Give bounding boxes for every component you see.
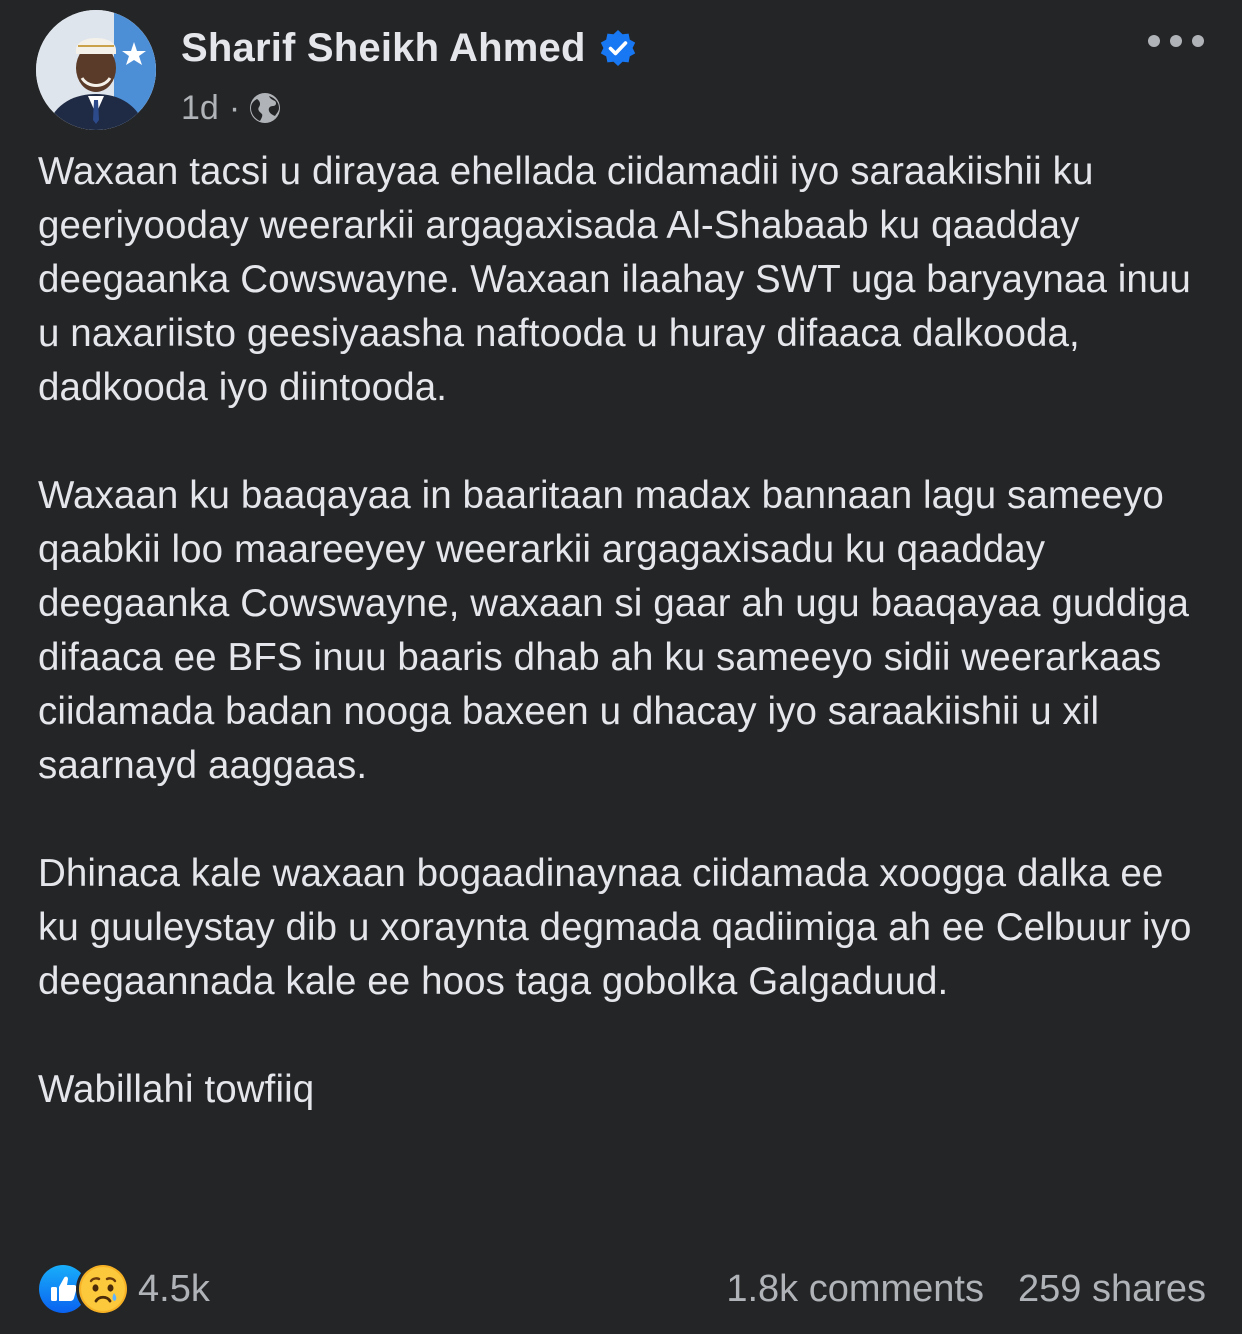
post-footer: 4.5k 1.8k comments 259 shares <box>36 1262 1206 1316</box>
post-paragraph: Dhinaca kale waxaan bogaadinaynaa ciidam… <box>38 852 1192 1003</box>
more-dot <box>1170 35 1182 47</box>
more-dot <box>1192 35 1204 47</box>
verified-badge-icon <box>598 28 638 68</box>
meta-separator: · <box>228 88 241 127</box>
comments-count-link[interactable]: 1.8k comments <box>726 1268 984 1311</box>
reaction-count: 4.5k <box>138 1267 210 1310</box>
post-paragraph: Waxaan tacsi u dirayaa ehellada ciidamad… <box>38 150 1191 409</box>
post-body: Waxaan tacsi u dirayaa ehellada ciidamad… <box>38 145 1208 1117</box>
avatar-photo <box>36 10 156 130</box>
globe-icon[interactable] <box>248 91 282 125</box>
author-name[interactable]: Sharif Sheikh Ahmed <box>181 26 586 71</box>
post-timestamp[interactable]: 1d <box>181 89 219 128</box>
reactions-summary[interactable]: 4.5k <box>36 1262 210 1316</box>
shares-count-link[interactable]: 259 shares <box>1018 1268 1206 1311</box>
author-avatar[interactable] <box>36 10 156 130</box>
post-meta: 1d · <box>181 88 282 128</box>
post-stats: 1.8k comments 259 shares <box>726 1262 1206 1316</box>
facebook-post: Sharif Sheikh Ahmed 1d · Waxaan tacsi u … <box>0 0 1242 1334</box>
post-paragraph: Waxaan ku baaqayaa in baaritaan madax ba… <box>38 474 1190 787</box>
author-row: Sharif Sheikh Ahmed <box>181 24 638 72</box>
more-options-icon[interactable] <box>1148 30 1204 52</box>
sad-icon <box>76 1262 130 1316</box>
post-paragraph: Wabillahi towfiiq <box>38 1068 315 1111</box>
more-dot <box>1148 35 1160 47</box>
post-header: Sharif Sheikh Ahmed 1d · <box>36 10 1206 130</box>
